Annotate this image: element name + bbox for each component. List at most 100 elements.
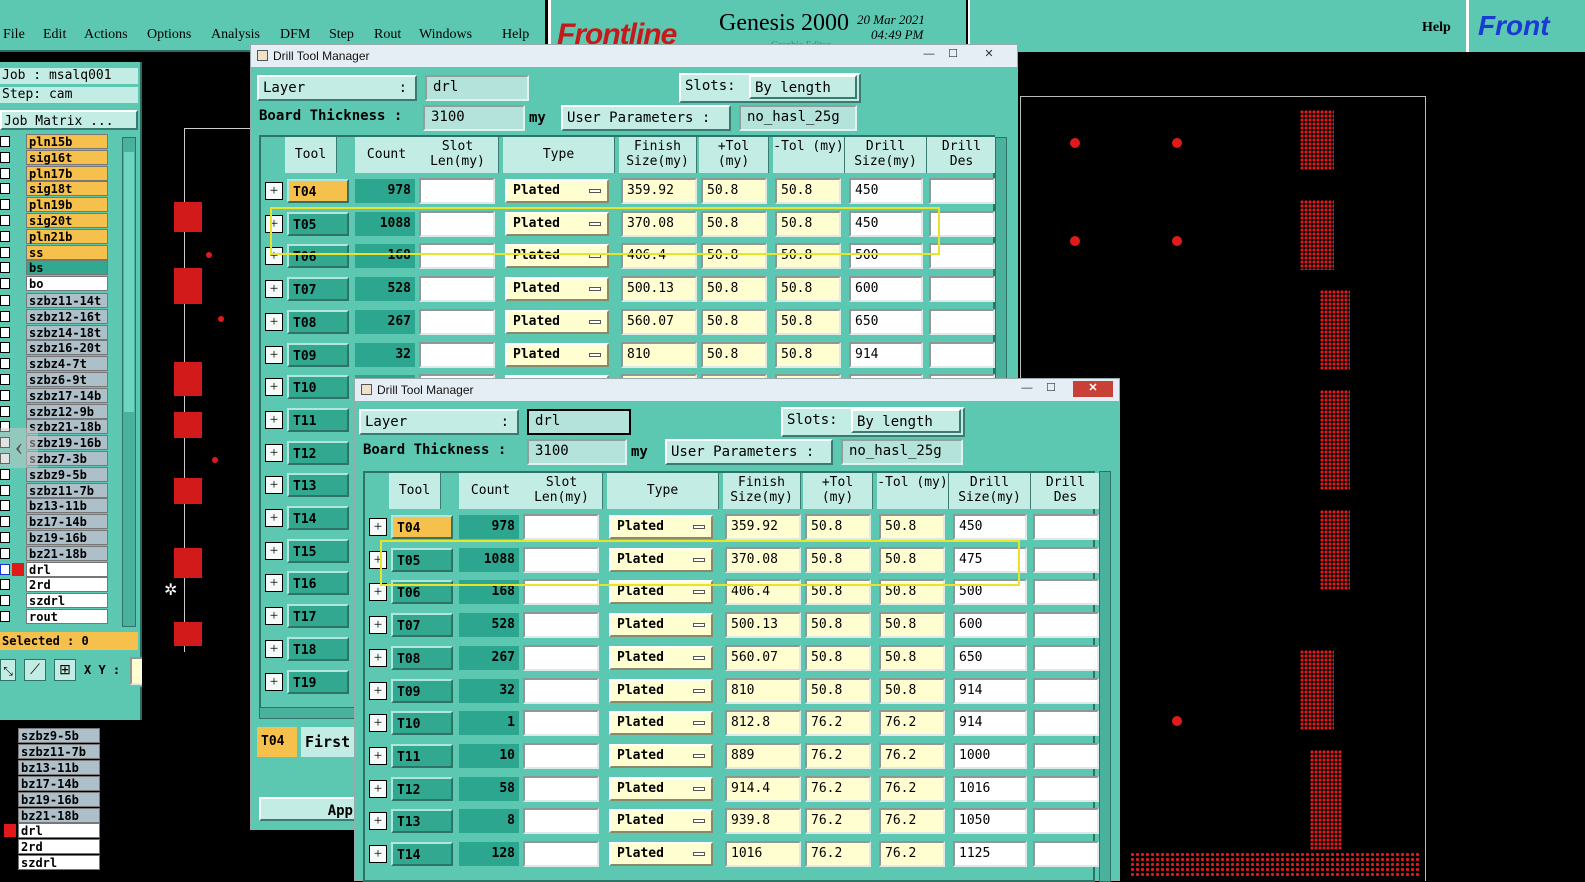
type-dropdown[interactable]: Plated — [609, 645, 713, 670]
plus-tol-input[interactable]: 50.8 — [805, 644, 871, 671]
minimize-icon[interactable]: — — [917, 47, 941, 63]
tool-cell[interactable]: T08 — [287, 309, 349, 334]
layer-row[interactable]: bz21-18b — [0, 545, 110, 561]
expand-row-icon[interactable]: + — [265, 378, 283, 397]
tool-cell[interactable]: T11 — [287, 407, 349, 432]
layer-row[interactable]: szbz16-20t — [0, 340, 110, 356]
type-dropdown[interactable]: Plated — [505, 309, 609, 334]
slot-length-input[interactable] — [523, 514, 599, 540]
tool-cell[interactable]: T18 — [287, 636, 349, 661]
right-help-button[interactable]: Help — [1422, 20, 1451, 36]
drill-des-input[interactable] — [1033, 808, 1099, 835]
expand-row-icon[interactable]: + — [265, 574, 283, 593]
column-header[interactable]: Tool — [285, 137, 337, 173]
column-header[interactable]: +Tol (my) — [803, 473, 873, 509]
layer-row[interactable]: bz13-11b — [0, 759, 110, 775]
scrollbar-thumb[interactable] — [124, 152, 134, 412]
layer-row[interactable]: pln15b — [0, 134, 110, 149]
tool-cell[interactable]: T09 — [287, 342, 349, 367]
thickness-input[interactable]: 3100 — [527, 439, 627, 465]
layer-row[interactable]: szbz11-7b — [0, 482, 110, 498]
column-header[interactable]: Drill Size(my) — [845, 137, 927, 173]
expand-row-icon[interactable]: + — [265, 476, 283, 495]
expand-row-icon[interactable]: + — [369, 648, 387, 667]
slot-length-input[interactable] — [419, 308, 495, 335]
drill-size-input[interactable]: 914 — [849, 341, 923, 368]
column-header[interactable]: Count — [355, 137, 419, 173]
expand-row-icon[interactable]: + — [265, 443, 283, 462]
user-params-button[interactable]: User Parameters : — [561, 105, 731, 131]
finish-size-input[interactable]: 359.92 — [621, 178, 697, 204]
plus-tol-input[interactable]: 50.8 — [805, 677, 871, 704]
slot-length-input[interactable] — [419, 178, 495, 204]
minus-tol-input[interactable]: 76.2 — [879, 742, 945, 769]
menu-windows[interactable]: Windows — [419, 27, 472, 43]
type-dropdown[interactable]: Plated — [505, 342, 609, 367]
column-header[interactable]: Tool — [389, 473, 441, 509]
type-dropdown[interactable]: Plated — [505, 277, 609, 302]
layer-row[interactable]: bz19-16b — [0, 530, 110, 545]
layer-row[interactable]: drl — [0, 561, 110, 577]
layer-checkbox[interactable] — [0, 547, 10, 559]
drill-des-input[interactable] — [1033, 546, 1099, 573]
user-params-input[interactable]: no_hasl_25g — [739, 105, 857, 131]
layer-row[interactable]: szbz11-7b — [0, 743, 110, 759]
column-header[interactable]: Finish Size(my) — [619, 137, 697, 173]
plus-tol-input[interactable]: 50.8 — [701, 308, 767, 335]
minus-tol-input[interactable]: 50.8 — [879, 644, 945, 671]
layer-row[interactable]: szbz9-5b — [0, 728, 110, 743]
column-header[interactable]: Count — [459, 473, 523, 509]
plus-tol-input[interactable]: 50.8 — [805, 612, 871, 639]
slot-length-input[interactable] — [523, 808, 599, 835]
measure-icon[interactable]: ⟋ — [24, 659, 46, 681]
layer-row[interactable]: szbz17-14b — [0, 387, 110, 403]
slot-length-input[interactable] — [523, 644, 599, 671]
user-params-input[interactable]: no_hasl_25g — [841, 439, 963, 465]
tool-cell[interactable]: T10 — [287, 375, 349, 400]
type-dropdown[interactable]: Plated — [609, 743, 713, 768]
expand-row-icon[interactable]: + — [265, 182, 283, 200]
layer-checkbox[interactable] — [0, 215, 10, 226]
menu-step[interactable]: Step — [329, 27, 354, 43]
drill-des-input[interactable] — [1033, 612, 1099, 639]
layer-checkbox[interactable] — [0, 183, 10, 195]
type-dropdown[interactable]: Plated — [609, 613, 713, 638]
drill-size-input[interactable]: 1125 — [953, 841, 1027, 867]
minus-tol-input[interactable]: 50.8 — [879, 677, 945, 704]
plus-tol-input[interactable]: 50.8 — [805, 514, 871, 540]
grid-icon[interactable]: ⊞ — [54, 659, 76, 681]
minus-tol-input[interactable]: 50.8 — [775, 341, 841, 368]
drill-size-input[interactable]: 450 — [953, 514, 1027, 540]
layer-checkbox[interactable] — [0, 310, 10, 322]
drill-size-input[interactable]: 650 — [849, 308, 923, 335]
drill-des-input[interactable] — [1033, 644, 1099, 671]
drill-size-input[interactable]: 914 — [953, 710, 1027, 737]
slot-length-input[interactable] — [419, 341, 495, 368]
column-header[interactable]: Slot Len(my) — [417, 137, 499, 173]
layer-row[interactable]: szbz11-14t — [0, 293, 110, 308]
slots-dropdown[interactable]: By length — [851, 409, 961, 433]
layer-row[interactable]: szdrl — [0, 855, 110, 871]
finish-size-input[interactable]: 810 — [725, 677, 801, 704]
user-params-button[interactable]: User Parameters : — [665, 439, 833, 465]
expand-row-icon[interactable]: + — [265, 280, 283, 299]
column-header[interactable]: Slot Len(my) — [521, 473, 603, 509]
column-header[interactable]: -Tol (my) — [773, 137, 845, 173]
tool-cell[interactable]: T10 — [391, 711, 453, 736]
minus-tol-input[interactable]: 50.8 — [879, 612, 945, 639]
drill-size-input[interactable]: 1000 — [953, 742, 1027, 769]
plus-tol-input[interactable]: 76.2 — [805, 808, 871, 835]
slot-length-input[interactable] — [419, 276, 495, 303]
minimize-icon[interactable]: — — [1015, 381, 1039, 397]
drill-des-input[interactable] — [929, 276, 995, 303]
tool-cell[interactable]: T17 — [287, 604, 349, 629]
layer-checkbox[interactable] — [0, 262, 10, 274]
layer-checkbox[interactable] — [0, 532, 10, 543]
layer-checkbox[interactable] — [0, 516, 10, 528]
plus-tol-input[interactable]: 50.8 — [701, 276, 767, 303]
minus-tol-input[interactable]: 50.8 — [775, 276, 841, 303]
layer-row[interactable]: szbz4-7t — [0, 356, 110, 372]
menu-analysis[interactable]: Analysis — [211, 27, 260, 43]
expand-row-icon[interactable]: + — [369, 681, 387, 700]
layer-checkbox[interactable] — [0, 326, 10, 338]
